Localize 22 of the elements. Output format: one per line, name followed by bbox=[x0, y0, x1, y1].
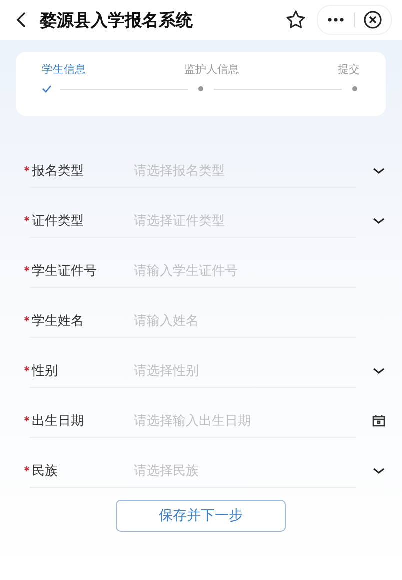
input-field[interactable]: 请输入学生证件号 bbox=[134, 264, 386, 278]
date-field[interactable]: 请选择输入出生日期 bbox=[134, 414, 372, 428]
calendar-icon[interactable] bbox=[372, 414, 386, 428]
star-icon[interactable] bbox=[285, 9, 307, 31]
page-title: 婺源县入学报名系统 bbox=[40, 10, 194, 32]
close-icon[interactable] bbox=[363, 10, 383, 30]
save-next-button[interactable]: 保存并下一步 bbox=[116, 500, 286, 532]
field-label: 出生日期 bbox=[32, 413, 85, 430]
step-label[interactable]: 学生信息 bbox=[42, 62, 86, 77]
field-label: 学生证件号 bbox=[32, 263, 98, 280]
field-label: 民族 bbox=[32, 463, 59, 480]
step-label[interactable]: 提交 bbox=[338, 62, 360, 77]
input-field[interactable]: 请输入姓名 bbox=[134, 314, 386, 328]
select-field[interactable]: 请选择性别 bbox=[134, 364, 372, 378]
field-label: 性别 bbox=[32, 363, 59, 380]
step-label[interactable]: 监护人信息 bbox=[184, 62, 240, 77]
field-label: 学生姓名 bbox=[32, 313, 85, 330]
field-label: 报名类型 bbox=[32, 163, 85, 180]
select-field[interactable]: 请选择证件类型 bbox=[134, 214, 372, 228]
field-label: 证件类型 bbox=[32, 213, 85, 230]
select-field[interactable]: 请选择民族 bbox=[134, 464, 372, 478]
select-field[interactable]: 请选择报名类型 bbox=[134, 164, 372, 178]
